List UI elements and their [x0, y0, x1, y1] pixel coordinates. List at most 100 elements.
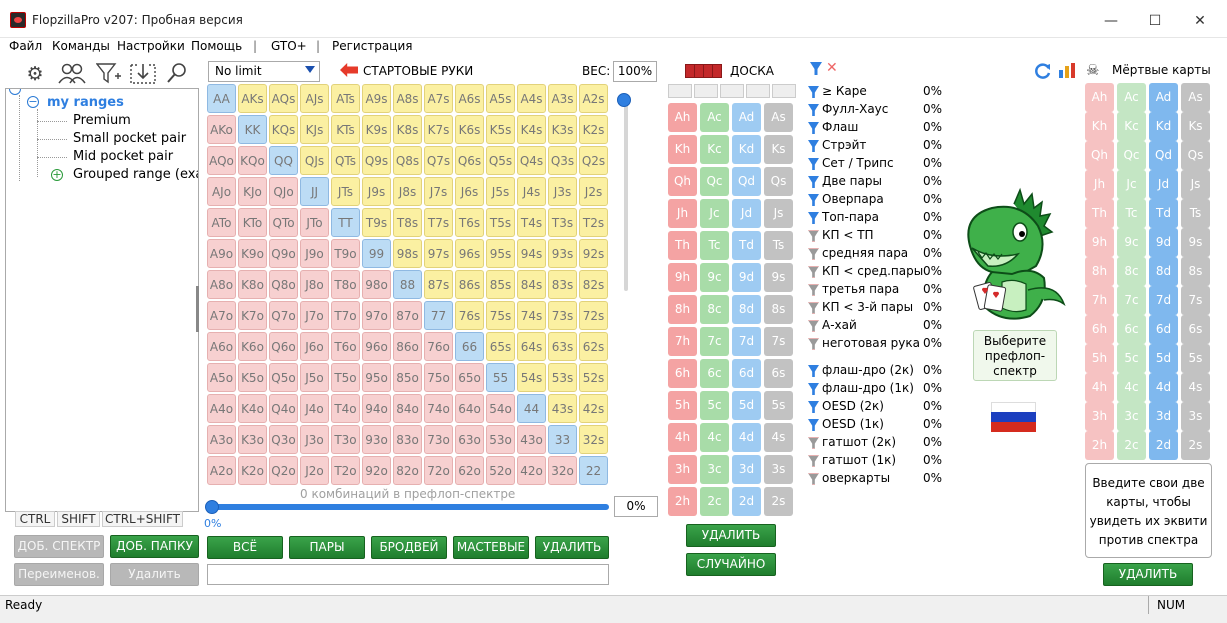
hand-cell-53s[interactable]: 53s — [548, 363, 577, 392]
dead-card-3d[interactable]: 3d — [1149, 402, 1178, 431]
hand-cell-aqs[interactable]: AQs — [269, 84, 298, 113]
add-folder-button[interactable]: ДОБ. ПАПКУ — [110, 535, 199, 558]
filter-icon[interactable] — [810, 62, 822, 80]
hand-cell-55[interactable]: 55 — [486, 363, 515, 392]
dead-card-9s[interactable]: 9s — [1181, 228, 1210, 257]
hand-cell-k6o[interactable]: K6o — [238, 332, 267, 361]
hand-cell-72s[interactable]: 72s — [579, 301, 608, 330]
hand-rank-row[interactable]: OESD (2к) 0% — [808, 398, 948, 416]
hand-cell-q9o[interactable]: Q9o — [269, 239, 298, 268]
filter-funnel-icon[interactable] — [808, 122, 819, 134]
hand-cell-66[interactable]: 66 — [455, 332, 484, 361]
hand-cell-44[interactable]: 44 — [517, 394, 546, 423]
hand-cell-jts[interactable]: JTs — [331, 177, 360, 206]
settings-gear-icon[interactable]: ⚙ — [22, 62, 48, 86]
hand-cell-q8s[interactable]: Q8s — [393, 146, 422, 175]
hand-cell-t4o[interactable]: T4o — [331, 394, 360, 423]
hand-rank-row[interactable]: оверкарты 0% — [808, 470, 948, 488]
filter-funnel-icon[interactable] — [808, 104, 819, 116]
hand-rank-row[interactable]: флаш-дро (2к) 0% — [808, 362, 948, 380]
hand-rank-row[interactable]: КП < 3-й пары 0% — [808, 299, 948, 317]
hand-cell-a7o[interactable]: A7o — [207, 301, 236, 330]
hand-cell-q9s[interactable]: Q9s — [362, 146, 391, 175]
board-card-3d[interactable]: 3d — [732, 455, 761, 484]
hand-cell-82o[interactable]: 82o — [393, 456, 422, 485]
board-card-qc[interactable]: Qc — [700, 167, 729, 196]
filter-funnel-icon[interactable] — [808, 212, 819, 224]
dead-card-tc[interactable]: Tc — [1117, 199, 1146, 228]
filter-funnel-icon[interactable] — [808, 230, 819, 242]
hand-cell-a6o[interactable]: A6o — [207, 332, 236, 361]
dead-card-as[interactable]: As — [1181, 83, 1210, 112]
hand-cell-t4s[interactable]: T4s — [517, 208, 546, 237]
board-card-th[interactable]: Th — [668, 231, 697, 260]
dead-card-6c[interactable]: 6c — [1117, 315, 1146, 344]
hand-cell-a9o[interactable]: A9o — [207, 239, 236, 268]
hand-cell-k6s[interactable]: K6s — [455, 115, 484, 144]
hand-cell-j5o[interactable]: J5o — [300, 363, 329, 392]
board-card-4d[interactable]: 4d — [732, 423, 761, 452]
board-card-2d[interactable]: 2d — [732, 487, 761, 516]
hand-cell-73s[interactable]: 73s — [548, 301, 577, 330]
dead-card-7h[interactable]: 7h — [1085, 286, 1114, 315]
menu-settings[interactable]: Настройки — [117, 39, 185, 53]
board-card-4c[interactable]: 4c — [700, 423, 729, 452]
tree-item-premium[interactable]: Premium — [73, 113, 131, 128]
board-card-ks[interactable]: Ks — [764, 135, 793, 164]
hand-rank-row[interactable]: третья пара 0% — [808, 281, 948, 299]
filter-funnel-icon[interactable] — [808, 365, 819, 377]
board-card-as[interactable]: As — [764, 103, 793, 132]
filter-funnel-icon[interactable] — [808, 437, 819, 449]
hand-cell-j4o[interactable]: J4o — [300, 394, 329, 423]
range-slider-thumb[interactable] — [205, 500, 219, 514]
hand-cell-92s[interactable]: 92s — [579, 239, 608, 268]
hand-cell-83o[interactable]: 83o — [393, 425, 422, 454]
hand-cell-jto[interactable]: JTo — [300, 208, 329, 237]
collapse-root-icon[interactable]: − — [9, 89, 21, 95]
hand-cell-97s[interactable]: 97s — [424, 239, 453, 268]
hand-cell-j3o[interactable]: J3o — [300, 425, 329, 454]
splitter-handle[interactable] — [196, 286, 199, 332]
limit-select[interactable]: No limit — [208, 61, 320, 82]
hand-rank-row[interactable]: Две пары 0% — [808, 173, 948, 191]
hand-rank-row[interactable]: гатшот (1к) 0% — [808, 452, 948, 470]
hand-cell-82s[interactable]: 82s — [579, 270, 608, 299]
filter-add-icon[interactable] — [95, 62, 122, 86]
grid-scrollbar-track[interactable] — [624, 96, 628, 291]
hand-cell-85o[interactable]: 85o — [393, 363, 422, 392]
hand-cell-a3s[interactable]: A3s — [548, 84, 577, 113]
import-icon[interactable] — [128, 62, 156, 86]
hand-cell-k8o[interactable]: K8o — [238, 270, 267, 299]
dead-card-ah[interactable]: Ah — [1085, 83, 1114, 112]
delete-range-button[interactable]: Удалить — [110, 563, 199, 586]
hand-rank-row[interactable]: средняя пара 0% — [808, 245, 948, 263]
hand-cell-j9o[interactable]: J9o — [300, 239, 329, 268]
hand-cell-65o[interactable]: 65o — [455, 363, 484, 392]
board-card-qs[interactable]: Qs — [764, 167, 793, 196]
hand-cell-94s[interactable]: 94s — [517, 239, 546, 268]
filter-funnel-icon[interactable] — [808, 140, 819, 152]
board-card-8d[interactable]: 8d — [732, 295, 761, 324]
hand-cell-33[interactable]: 33 — [548, 425, 577, 454]
tree-item-my-ranges[interactable]: my ranges — [47, 95, 124, 110]
dead-card-qs[interactable]: Qs — [1181, 141, 1210, 170]
dead-card-qc[interactable]: Qc — [1117, 141, 1146, 170]
hand-cell-j8o[interactable]: J8o — [300, 270, 329, 299]
filter-funnel-icon[interactable] — [808, 266, 819, 278]
hand-cell-96o[interactable]: 96o — [362, 332, 391, 361]
hand-cell-j2s[interactable]: J2s — [579, 177, 608, 206]
menu-commands[interactable]: Команды — [52, 39, 110, 53]
users-icon[interactable] — [57, 62, 86, 86]
all-button[interactable]: ВСЁ — [207, 536, 283, 559]
hand-cell-q2o[interactable]: Q2o — [269, 456, 298, 485]
filter-funnel-icon[interactable] — [808, 383, 819, 395]
hand-cell-76o[interactable]: 76o — [424, 332, 453, 361]
hand-cell-q4o[interactable]: Q4o — [269, 394, 298, 423]
range-text-input[interactable] — [207, 564, 609, 585]
board-card-9h[interactable]: 9h — [668, 263, 697, 292]
hand-cell-k3s[interactable]: K3s — [548, 115, 577, 144]
board-card-jh[interactable]: Jh — [668, 199, 697, 228]
board-card-jd[interactable]: Jd — [732, 199, 761, 228]
dead-card-ts[interactable]: Ts — [1181, 199, 1210, 228]
board-card-2c[interactable]: 2c — [700, 487, 729, 516]
